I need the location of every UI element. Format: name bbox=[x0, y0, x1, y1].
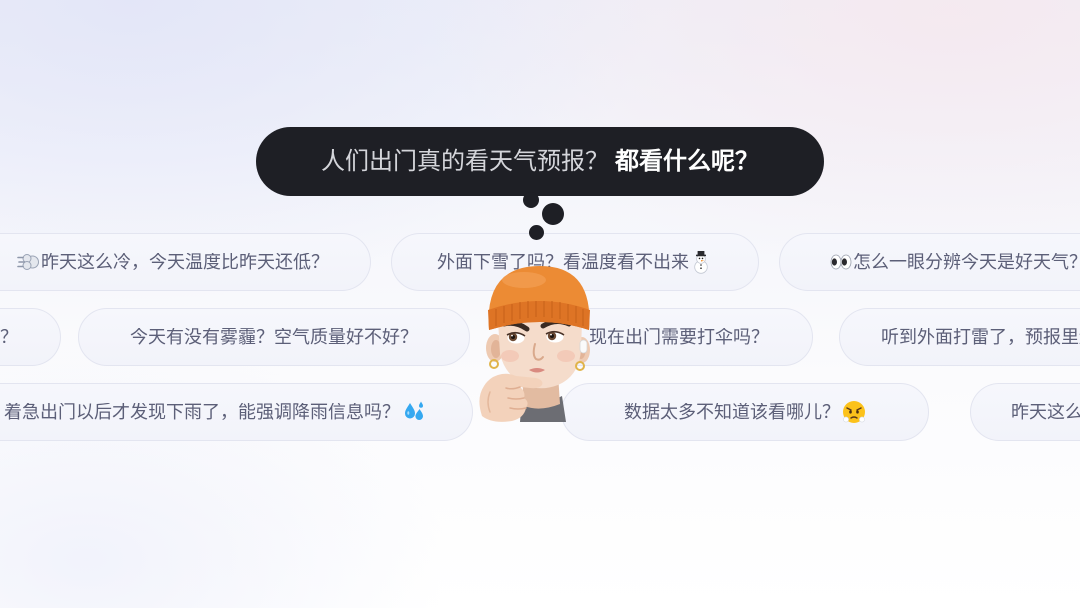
question-chip: 昨天这么冷，今天温度比昨天还低？ bbox=[0, 233, 371, 291]
question-chip: 听到外面打雷了，预报里还 bbox=[839, 308, 1080, 366]
question-chip-text: 昨天这么冷，今天温度比昨天还低？ bbox=[41, 253, 329, 271]
question-chip-text: 怎么一眼分辨今天是好天气？ bbox=[853, 253, 1080, 271]
question-chip-text: 昨天这么 bbox=[1011, 403, 1080, 421]
thought-trail-dot-tiny bbox=[529, 225, 544, 240]
snowman-icon bbox=[689, 250, 713, 274]
question-chip: 今天有没有雾霾？空气质量好不好？ bbox=[78, 308, 470, 366]
question-chip: 怎么一眼分辨今天是好天气？ bbox=[779, 233, 1080, 291]
question-chip-text: 听到外面打雷了，预报里还 bbox=[881, 328, 1080, 346]
question-chip-text: 现在出门需要打伞吗？ bbox=[589, 328, 769, 346]
face-with-steam-icon bbox=[842, 400, 866, 424]
question-chip-text: 数据太多不知道该看哪儿？ bbox=[624, 403, 840, 421]
slide-canvas: 人们出门真的看天气预报？ 都看什么呢？ 昨天这么冷，今天温度比昨天还低？ 外面下… bbox=[0, 0, 1080, 608]
thought-bubble: 人们出门真的看天气预报？ 都看什么呢？ bbox=[256, 127, 824, 196]
dashing-away-icon bbox=[17, 250, 41, 274]
question-chip: 着急出门以后才发现下雨了，能强调降雨信息吗？ bbox=[0, 383, 473, 441]
sweat-droplets-icon bbox=[402, 400, 426, 424]
question-chip-text: 着急出门以后才发现下雨了，能强调降雨信息吗？ bbox=[4, 403, 400, 421]
question-chip-text: 今天有没有雾霾？空气质量好不好？ bbox=[130, 328, 418, 346]
question-chip: 数据太多不知道该看哪儿？ bbox=[561, 383, 929, 441]
question-chip: ？ bbox=[0, 308, 61, 366]
question-chip-text: ？ bbox=[0, 328, 18, 346]
eyes-icon bbox=[829, 250, 853, 274]
thinking-memoji-avatar bbox=[476, 264, 600, 424]
bubble-emphasis: 都看什么呢？ bbox=[615, 147, 759, 175]
question-chip: 昨天这么 bbox=[970, 383, 1080, 441]
bubble-question: 人们出门真的看天气预报？ bbox=[321, 147, 609, 175]
thought-trail-dot-small bbox=[523, 192, 539, 208]
thought-trail-dot-large bbox=[542, 203, 564, 225]
